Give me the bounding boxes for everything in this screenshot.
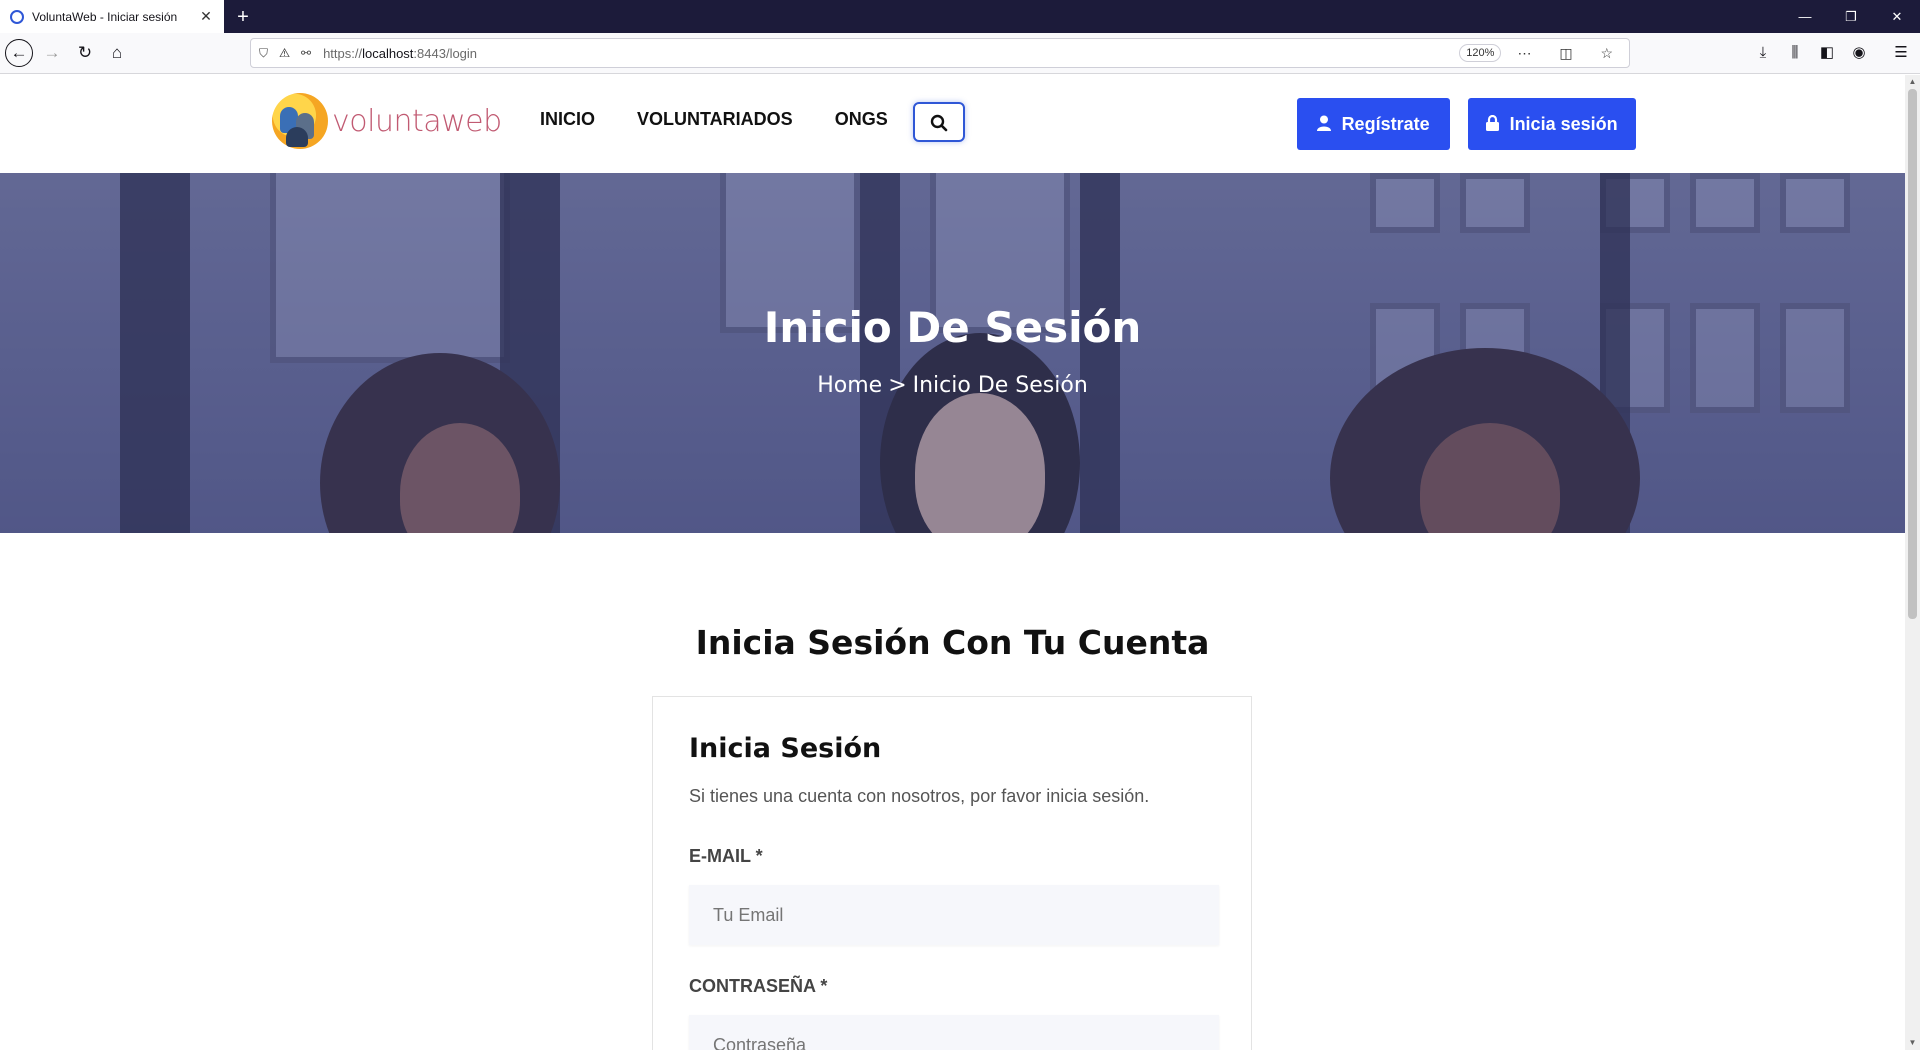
back-icon[interactable]: ← — [5, 39, 33, 67]
register-button[interactable]: Regístrate — [1297, 98, 1450, 150]
url-scheme: https:// — [323, 45, 363, 61]
email-field[interactable] — [689, 885, 1219, 945]
login-button[interactable]: Inicia sesión — [1468, 98, 1636, 150]
url-path: :8443/login — [413, 45, 478, 61]
user-icon — [1317, 115, 1335, 134]
breadcrumb-home[interactable]: Home — [817, 373, 882, 398]
site-info-icons[interactable]: ⛉ ⚠ ⚯ — [259, 46, 315, 61]
card-subtitle: Si tienes una cuenta con nosotros, por f… — [689, 786, 1150, 806]
password-field[interactable] — [689, 1015, 1219, 1050]
card-title: Inicia Sesión — [689, 733, 882, 764]
nav-ongs[interactable]: ONGS — [835, 109, 888, 130]
account-icon[interactable]: ◉ — [1846, 39, 1872, 67]
logo-icon — [272, 93, 328, 149]
hero-banner: Inicio De Sesión Home > Inicio De Sesión — [0, 173, 1905, 533]
globe-icon — [10, 9, 24, 24]
library-icon[interactable]: ⫼ — [1782, 39, 1808, 67]
section-title: Inicia Sesión Con Tu Cuenta — [695, 623, 1210, 662]
forward-icon[interactable]: → — [38, 39, 66, 67]
breadcrumb-current: Inicio De Sesión — [912, 373, 1088, 398]
hero-title: Inicio De Sesión — [763, 303, 1142, 352]
breadcrumb-separator: > — [888, 373, 907, 398]
home-icon[interactable]: ⌂ — [103, 39, 131, 67]
search-button[interactable] — [913, 102, 965, 142]
main-nav: INICIO VOLUNTARIADOS ONGS — [540, 109, 930, 130]
tab-title: VoluntaWeb - Iniciar sesión — [32, 9, 178, 24]
close-tab-icon[interactable]: ✕ — [198, 8, 214, 25]
logo-text: voluntaweb — [332, 103, 502, 139]
scrollbar-thumb[interactable] — [1908, 89, 1917, 619]
browser-tab-bar: VoluntaWeb - Iniciar sesión ✕ + — ❐ ✕ — [0, 0, 1920, 33]
page-scrollbar[interactable]: ▲ ▼ — [1905, 75, 1920, 1050]
close-window-icon[interactable]: ✕ — [1874, 0, 1920, 33]
download-icon[interactable]: ⤓ — [1750, 39, 1776, 67]
new-tab-button[interactable]: + — [230, 4, 256, 30]
restore-icon[interactable]: ❐ — [1828, 0, 1874, 33]
reload-icon[interactable]: ↻ — [71, 39, 99, 67]
lock-icon — [1486, 114, 1503, 134]
site-header: voluntaweb INICIO VOLUNTARIADOS ONGS Reg… — [0, 75, 1905, 173]
url-text[interactable]: https://localhost:8443/login — [323, 46, 1459, 61]
search-icon — [930, 112, 948, 132]
minimize-icon[interactable]: — — [1782, 0, 1828, 33]
login-card: Inicia Sesión Si tienes una cuenta con n… — [652, 696, 1252, 1050]
nav-inicio[interactable]: INICIO — [540, 109, 595, 130]
sidebar-icon[interactable]: ◧ — [1814, 39, 1840, 67]
nav-voluntariados[interactable]: VOLUNTARIADOS — [637, 109, 793, 130]
browser-toolbar: ← → ↻ ⌂ ⛉ ⚠ ⚯ https://localhost:8443/log… — [0, 33, 1920, 74]
url-host: localhost — [362, 45, 414, 61]
email-label: E-MAIL * — [689, 846, 763, 866]
scroll-up-icon[interactable]: ▲ — [1905, 75, 1920, 89]
zoom-indicator[interactable]: 120% — [1459, 44, 1502, 62]
url-bar[interactable]: ⛉ ⚠ ⚯ https://localhost:8443/login 120% … — [250, 38, 1630, 68]
page-viewport: voluntaweb INICIO VOLUNTARIADOS ONGS Reg… — [0, 75, 1905, 1050]
password-label: CONTRASEÑA * — [689, 976, 828, 996]
login-label: Inicia sesión — [1509, 114, 1618, 134]
browser-tab[interactable]: VoluntaWeb - Iniciar sesión ✕ — [0, 0, 224, 33]
site-logo[interactable]: voluntaweb — [272, 93, 502, 149]
register-label: Regístrate — [1341, 114, 1430, 134]
page-actions[interactable]: ⋯ ◫ ☆ — [1517, 45, 1625, 62]
scroll-down-icon[interactable]: ▼ — [1905, 1036, 1920, 1050]
breadcrumb: Home > Inicio De Sesión — [0, 373, 1905, 398]
menu-icon[interactable]: ☰ — [1888, 39, 1914, 67]
